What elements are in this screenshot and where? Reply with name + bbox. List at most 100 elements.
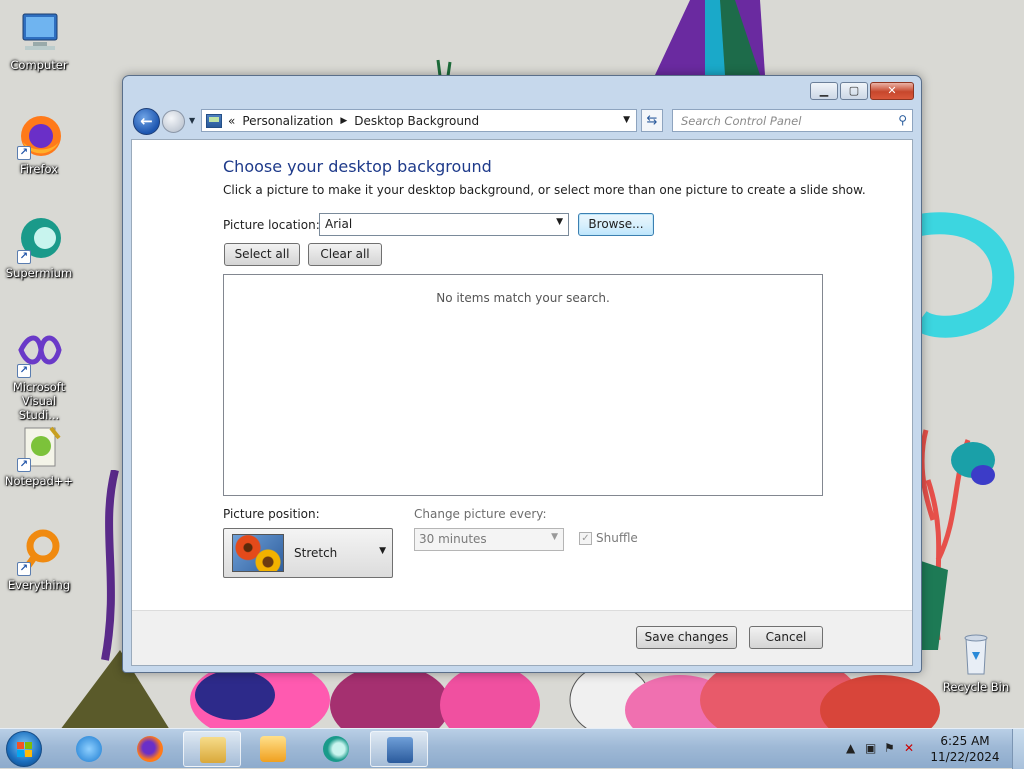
minimize-button[interactable]: ▁: [810, 82, 838, 100]
show-hidden-icons-icon[interactable]: ▲: [846, 741, 855, 755]
system-tray: ▲ ▣ ⚑ ✕ 6:25 AM 11/22/2024: [834, 729, 1024, 769]
desktop-icon-label: Everything: [7, 578, 71, 592]
shuffle-label: Shuffle: [596, 531, 638, 545]
content-area: Choose your desktop background Click a p…: [131, 139, 913, 666]
refresh-button[interactable]: ⇆: [641, 109, 663, 132]
taskbar: ▲ ▣ ⚑ ✕ 6:25 AM 11/22/2024: [0, 728, 1024, 769]
close-button[interactable]: ✕: [870, 82, 914, 100]
breadcrumb-desktop-background[interactable]: Desktop Background: [354, 114, 479, 128]
desktop-icon-label: Recycle Bin: [942, 680, 1010, 694]
clock-time: 6:25 AM: [940, 734, 990, 748]
caption-buttons: ▁ ▢ ✕: [810, 82, 914, 100]
page-title: Choose your desktop background: [223, 157, 492, 176]
desktop-icon-notepadpp[interactable]: ↗ Notepad++: [2, 424, 76, 488]
supermium-icon: [323, 736, 349, 762]
change-picture-label: Change picture every:: [414, 507, 547, 521]
picture-location-select[interactable]: Arial ▼: [319, 213, 569, 236]
recent-pages-dropdown-icon[interactable]: ▼: [189, 116, 195, 125]
desktop-icon-supermium[interactable]: ↗ Supermium: [2, 216, 76, 280]
shuffle-option[interactable]: ✓ Shuffle: [579, 531, 638, 545]
start-button[interactable]: [6, 731, 42, 767]
search-input[interactable]: Search Control Panel ⚲: [672, 109, 913, 132]
desktop-icon-label: Microsoft Visual Studi...: [12, 380, 66, 422]
taskbar-firefox[interactable]: [121, 731, 179, 767]
desktop-icon-recycle-bin[interactable]: Recycle Bin: [938, 630, 1014, 694]
breadcrumb-overflow[interactable]: «: [228, 114, 235, 128]
desktop-icon-label: Firefox: [19, 162, 59, 176]
desktop-icon-everything[interactable]: ↗ Everything: [2, 528, 76, 592]
desktop-icon-computer[interactable]: Computer: [2, 8, 76, 72]
recycle-bin-icon: [952, 630, 1000, 678]
chevron-down-icon: ▼: [551, 532, 558, 542]
refresh-icon: ⇆: [646, 113, 658, 128]
change-picture-interval-select[interactable]: 30 minutes ▼: [414, 528, 564, 551]
picture-position-value: Stretch: [294, 546, 338, 560]
forward-button[interactable]: [162, 110, 185, 133]
cancel-button[interactable]: Cancel: [749, 626, 823, 649]
clear-all-button[interactable]: Clear all: [308, 243, 382, 266]
volume-muted-icon[interactable]: ✕: [904, 741, 914, 755]
address-dropdown-icon[interactable]: ▼: [623, 115, 630, 125]
computer-icon: [15, 8, 63, 56]
taskbar-file-explorer[interactable]: [183, 731, 241, 767]
shortcut-arrow-icon: ↗: [17, 250, 31, 264]
taskbar-control-panel[interactable]: [370, 731, 428, 767]
wallpaper-left-plant: [101, 470, 119, 661]
desktop-icon-label: Notepad++: [4, 474, 74, 488]
maximize-button[interactable]: ▢: [840, 82, 868, 100]
wallpaper-spiral-shape: [920, 212, 1015, 338]
taskbar-media-player[interactable]: [244, 731, 302, 767]
browse-button[interactable]: Browse...: [578, 213, 654, 236]
picture-location-label: Picture location:: [223, 218, 320, 232]
shuffle-checkbox[interactable]: ✓: [579, 531, 592, 545]
desktop-background-window: ▁ ▢ ✕ ← ▼ « Personalization ▶ Desktop Ba…: [122, 75, 922, 673]
chevron-down-icon: ▼: [556, 217, 563, 227]
picture-position-select[interactable]: Stretch ▼: [223, 528, 393, 578]
back-button[interactable]: ←: [133, 108, 160, 135]
breadcrumb-personalization[interactable]: Personalization: [242, 114, 333, 128]
action-center-flag-icon[interactable]: ⚑: [884, 741, 895, 755]
navigation-bar: ← ▼ « Personalization ▶ Desktop Backgrou…: [131, 107, 913, 135]
notepadpp-icon: ↗: [15, 424, 63, 472]
internet-explorer-icon: [76, 736, 102, 762]
shortcut-arrow-icon: ↗: [17, 562, 31, 576]
desktop-icon-firefox[interactable]: ↗ Firefox: [2, 112, 76, 176]
position-preview-thumbnail: [232, 534, 284, 572]
clock-date: 11/22/2024: [930, 750, 1000, 764]
shortcut-arrow-icon: ↗: [17, 458, 31, 472]
page-subtitle: Click a picture to make it your desktop …: [223, 183, 866, 197]
clock[interactable]: 6:25 AM 11/22/2024: [925, 733, 1005, 765]
address-bar[interactable]: « Personalization ▶ Desktop Background ▼: [201, 109, 637, 132]
desktop-icon-visual-studio[interactable]: ↗ Microsoft Visual Studi...: [2, 330, 76, 422]
supermium-icon: ↗: [15, 216, 63, 264]
shortcut-arrow-icon: ↗: [17, 146, 31, 160]
firefox-icon: ↗: [15, 112, 63, 160]
shortcut-arrow-icon: ↗: [17, 364, 31, 378]
taskbar-internet-explorer[interactable]: [60, 731, 118, 767]
breadcrumb-separator-icon[interactable]: ▶: [340, 116, 347, 126]
media-player-icon: [260, 736, 286, 762]
dialog-footer: Save changes Cancel: [132, 610, 912, 665]
network-icon[interactable]: ▣: [865, 741, 876, 755]
pictures-list[interactable]: No items match your search.: [223, 274, 823, 496]
control-panel-icon: [206, 113, 222, 128]
desktop-icon-label: Computer: [10, 58, 68, 72]
search-placeholder: Search Control Panel: [681, 114, 802, 128]
save-changes-button[interactable]: Save changes: [636, 626, 737, 649]
wallpaper-cone-shape: [655, 0, 765, 75]
everything-icon: ↗: [15, 528, 63, 576]
control-panel-icon: [387, 737, 413, 763]
select-all-button[interactable]: Select all: [224, 243, 300, 266]
empty-message: No items match your search.: [436, 291, 610, 305]
wallpaper-coral-shape: [918, 429, 995, 650]
picture-position-label: Picture position:: [223, 507, 320, 521]
search-icon[interactable]: ⚲: [898, 113, 907, 127]
taskbar-supermium[interactable]: [307, 731, 365, 767]
file-explorer-icon: [200, 737, 226, 763]
show-desktop-button[interactable]: [1012, 729, 1024, 769]
chevron-down-icon: ▼: [379, 546, 386, 556]
visual-studio-icon: ↗: [15, 330, 63, 378]
change-picture-value: 30 minutes: [419, 532, 487, 546]
picture-location-value: Arial: [325, 217, 353, 231]
back-arrow-icon: ←: [140, 112, 153, 130]
